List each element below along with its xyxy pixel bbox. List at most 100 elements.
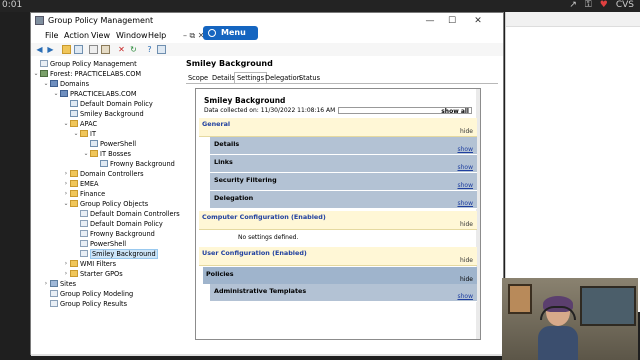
- ou-folder-icon: [70, 170, 78, 177]
- tree-node-results[interactable]: Group Policy Results: [43, 299, 127, 309]
- show-link[interactable]: show: [457, 293, 473, 300]
- menu-file[interactable]: File: [45, 31, 58, 40]
- tree-node-gpo-smiley[interactable]: Smiley Background: [73, 249, 158, 259]
- console-tree: Group Policy Management ⌄ Forest: PRACTIC…: [31, 56, 184, 354]
- collapse-icon[interactable]: ⌄: [73, 129, 79, 139]
- tree-node-powershell-link[interactable]: PowerShell: [83, 139, 136, 149]
- menu-help[interactable]: Help: [148, 31, 166, 40]
- tree-label: Finance: [80, 190, 106, 198]
- expand-icon[interactable]: ›: [63, 179, 69, 189]
- tree-label: PowerShell: [90, 240, 127, 248]
- menu-window[interactable]: Window: [116, 31, 148, 40]
- tree-node-gpo-default-domain[interactable]: Default Domain Policy: [73, 219, 163, 229]
- tree-node-gpo-powershell[interactable]: PowerShell: [73, 239, 126, 249]
- no-settings-text: No settings defined.: [238, 234, 299, 241]
- overlay-menu-button[interactable]: Menu: [203, 26, 258, 40]
- title-bar[interactable]: Group Policy Management — ☐ ✕: [31, 13, 503, 29]
- tree-node-default-domain-policy[interactable]: Default Domain Policy: [63, 99, 153, 109]
- gpo-container-icon: [70, 200, 78, 207]
- show-tree-icon[interactable]: [74, 45, 83, 54]
- app-icon: [35, 16, 44, 25]
- show-link[interactable]: show: [457, 164, 473, 171]
- menu-action[interactable]: Action: [64, 31, 89, 40]
- status-bar: [31, 354, 503, 356]
- minimize-button[interactable]: —: [419, 14, 441, 28]
- tree-node-modeling[interactable]: Group Policy Modeling: [43, 289, 133, 299]
- tree-node-it-bosses[interactable]: ⌄ IT Bosses: [83, 149, 131, 159]
- tree-label: Default Domain Controllers: [90, 210, 180, 218]
- subsection-title: Security Filtering: [214, 176, 277, 184]
- collapse-icon[interactable]: ⌄: [43, 79, 49, 89]
- menu-circle-icon: [208, 29, 216, 37]
- help-icon[interactable]: ?: [145, 45, 154, 54]
- delete-icon[interactable]: ✕: [117, 45, 126, 54]
- tree-node-finance[interactable]: › Finance: [63, 189, 105, 199]
- presenter-body: [538, 326, 578, 360]
- show-link[interactable]: show: [457, 182, 473, 189]
- aquarium-shelf: [580, 286, 636, 326]
- maximize-button[interactable]: ☐: [441, 14, 463, 28]
- ou-folder-icon: [90, 150, 98, 157]
- forward-icon[interactable]: ▶: [46, 45, 55, 54]
- tree-node-starter-gpos[interactable]: › Starter GPOs: [63, 269, 123, 279]
- close-button[interactable]: ✕: [467, 14, 489, 28]
- up-icon[interactable]: [62, 45, 71, 54]
- tree-node-domains[interactable]: ⌄ Domains: [43, 79, 89, 89]
- tree-label: Forest: PRACTICELABS.COM: [50, 70, 142, 78]
- ou-folder-icon: [70, 190, 78, 197]
- properties-icon[interactable]: [157, 45, 166, 54]
- tree-node-frowny-link[interactable]: Frowny Background: [93, 159, 175, 169]
- collapse-icon[interactable]: ⌄: [63, 119, 69, 129]
- expand-icon[interactable]: ›: [63, 259, 69, 269]
- show-link[interactable]: show: [457, 146, 473, 153]
- hide-link[interactable]: hide: [460, 257, 473, 264]
- expand-icon[interactable]: ›: [63, 189, 69, 199]
- paste-icon[interactable]: [101, 45, 110, 54]
- hide-link[interactable]: hide: [460, 128, 473, 135]
- starter-folder-icon: [70, 270, 78, 277]
- subsection-title: Delegation: [214, 194, 254, 202]
- expand-icon[interactable]: ›: [63, 269, 69, 279]
- tree-node-smiley-link[interactable]: Smiley Background: [63, 109, 144, 119]
- tree-node-forest[interactable]: ⌄ Forest: PRACTICELABS.COM: [33, 69, 141, 79]
- collapse-icon[interactable]: ⌄: [63, 199, 69, 209]
- copy-icon[interactable]: [89, 45, 98, 54]
- back-icon[interactable]: ◀: [35, 45, 44, 54]
- tree-label: Starter GPOs: [80, 270, 123, 278]
- tree-node-domain[interactable]: ⌄ PRACTICELABS.COM: [53, 89, 137, 99]
- share-icon[interactable]: ↗: [569, 0, 577, 10]
- modeling-icon: [50, 290, 58, 297]
- tree-node-wmi-filters[interactable]: › WMI Filters: [63, 259, 116, 269]
- tree-node-sites[interactable]: › Sites: [43, 279, 76, 289]
- hide-link[interactable]: hide: [460, 276, 473, 283]
- refresh-icon[interactable]: ↻: [129, 45, 138, 54]
- tab-status[interactable]: Status: [297, 73, 322, 83]
- tree-node-gpo-container[interactable]: ⌄ Group Policy Objects: [63, 199, 148, 209]
- tree-node-apac[interactable]: ⌄ APAC: [63, 119, 97, 129]
- collapse-icon[interactable]: ⌄: [53, 89, 59, 99]
- toolbar: ◀ ▶ ✕ ↻ ?: [31, 43, 503, 57]
- show-link[interactable]: show: [457, 200, 473, 207]
- tab-scope[interactable]: Scope: [186, 73, 210, 83]
- tree-node-emea[interactable]: › EMEA: [63, 179, 99, 189]
- lock-icon[interactable]: ⚿: [585, 0, 592, 10]
- overlay-menu-label: Menu: [221, 28, 246, 37]
- tree-node-it[interactable]: ⌄ IT: [73, 129, 96, 139]
- tree-node-root[interactable]: Group Policy Management: [33, 59, 137, 69]
- expand-icon[interactable]: ›: [63, 169, 69, 179]
- expand-icon[interactable]: ›: [43, 279, 49, 289]
- show-all-link[interactable]: show all: [338, 107, 472, 115]
- tab-details[interactable]: Details: [210, 73, 237, 83]
- subsection-administrative-templates: Administrative Templates show: [210, 284, 477, 302]
- hide-link[interactable]: hide: [460, 221, 473, 228]
- tree-node-gpo-default-dc[interactable]: Default Domain Controllers: [73, 209, 180, 219]
- menu-view[interactable]: View: [91, 31, 110, 40]
- heart-icon[interactable]: ♥: [600, 0, 608, 10]
- collapse-icon[interactable]: ⌄: [83, 149, 89, 159]
- tab-divider: [186, 83, 498, 84]
- collapse-icon[interactable]: ⌄: [33, 69, 39, 79]
- window-title: Group Policy Management: [48, 16, 154, 25]
- tree-node-domain-controllers[interactable]: › Domain Controllers: [63, 169, 144, 179]
- section-general: General hide: [199, 118, 477, 137]
- tree-node-gpo-frowny[interactable]: Frowny Background: [73, 229, 155, 239]
